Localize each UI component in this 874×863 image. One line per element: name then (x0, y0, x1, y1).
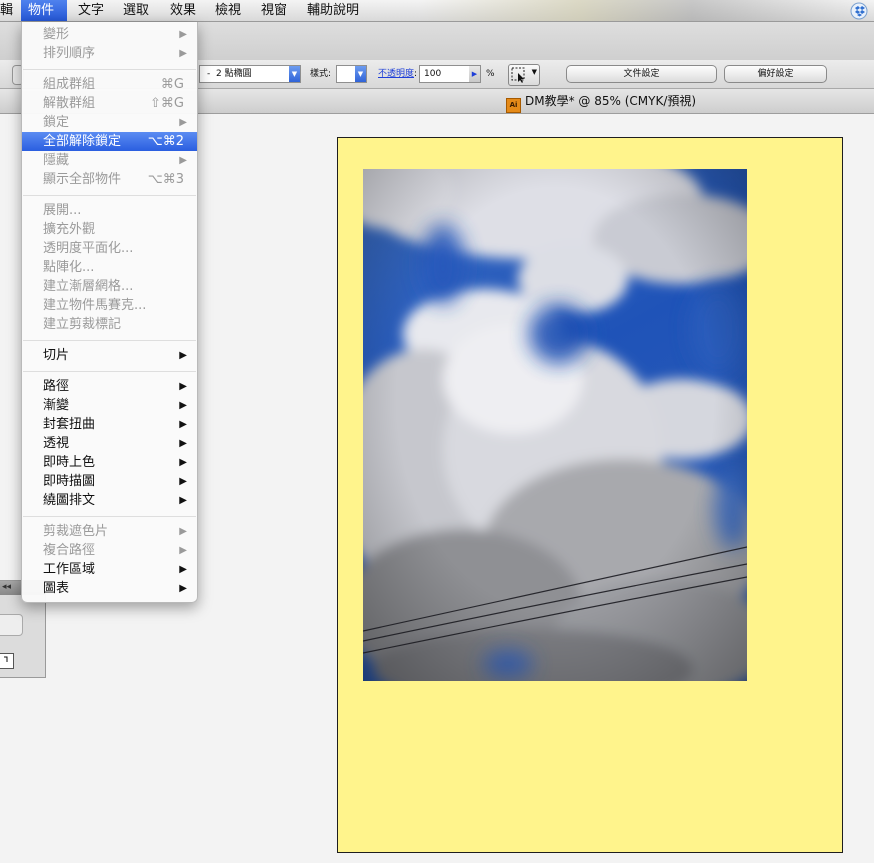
menu-item-slice[interactable]: 切片 ▶ (22, 346, 197, 365)
submenu-arrow-icon: ▶ (179, 400, 187, 411)
submenu-arrow-icon: ▶ (179, 381, 187, 392)
menu-item-rasterize[interactable]: 點陣化... (22, 258, 197, 277)
opacity-colon: : (414, 69, 418, 79)
dropbox-icon[interactable] (850, 2, 868, 20)
menu-item-blend[interactable]: 漸變 ▶ (22, 396, 197, 415)
document-title: DM教學* @ 85% (CMYK/預視) (525, 94, 697, 108)
chevron-down-icon: ▼ (531, 68, 537, 76)
style-select[interactable]: ▼ (336, 65, 367, 83)
submenu-arrow-icon: ▶ (179, 419, 187, 430)
menubar-background-decoration (420, 0, 874, 21)
submenu-arrow-icon: ▶ (179, 526, 187, 537)
menu-item-create-object-mosaic[interactable]: 建立物件馬賽克... (22, 296, 197, 315)
menu-item-envelope-distort[interactable]: 封套扭曲 ▶ (22, 415, 197, 434)
play-arrow-icon[interactable]: ▶ (469, 66, 480, 82)
chevron-down-icon[interactable]: ▼ (289, 66, 300, 82)
opacity-value: 100 (424, 69, 442, 79)
menu-item-expand[interactable]: 展開... (22, 201, 197, 220)
illustrator-file-icon: Ai (506, 98, 521, 113)
menu-edit[interactable]: 輯 (0, 0, 20, 21)
submenu-arrow-icon: ▶ (179, 438, 187, 449)
menu-separator (23, 371, 196, 372)
shortcut: ⌘G (160, 77, 184, 92)
selection-tool-dropdown[interactable]: ▼ (508, 64, 540, 86)
chevron-down-icon[interactable]: ▼ (355, 66, 366, 82)
menu-select[interactable]: 選取 (116, 0, 156, 21)
menu-item-artboards[interactable]: 工作區域 ▶ (22, 560, 197, 579)
menu-window[interactable]: 視窗 (254, 0, 294, 21)
submenu-arrow-icon: ▶ (179, 117, 187, 128)
submenu-arrow-icon: ▶ (179, 457, 187, 468)
panel-button[interactable] (0, 614, 23, 636)
menu-separator (23, 340, 196, 341)
submenu-arrow-icon: ▶ (179, 350, 187, 361)
menu-item-compound-path[interactable]: 複合路徑 ▶ (22, 541, 197, 560)
preferences-button[interactable]: 偏好設定 (724, 65, 827, 83)
submenu-arrow-icon: ▶ (179, 495, 187, 506)
opacity-link[interactable]: 不透明度 (378, 69, 414, 79)
document-setup-button[interactable]: 文件設定 (566, 65, 717, 83)
submenu-arrow-icon: ▶ (179, 155, 187, 166)
menu-bar: 輯 物件 文字 選取 效果 檢視 視窗 輔助說明 (0, 0, 874, 22)
menu-item-create-crop-marks[interactable]: 建立剪裁標記 (22, 315, 197, 334)
submenu-arrow-icon: ▶ (179, 29, 187, 40)
submenu-arrow-icon: ▶ (179, 48, 187, 59)
shortcut: ⇧⌘G (150, 96, 184, 111)
shortcut: ⌥⌘2 (147, 134, 184, 149)
menu-item-live-trace[interactable]: 即時描圖 ▶ (22, 472, 197, 491)
menu-item-ungroup[interactable]: 解散群組 ⇧⌘G (22, 94, 197, 113)
object-menu-dropdown: 變形 ▶ 排列順序 ▶ 組成群組 ⌘G 解散群組 ⇧⌘G 鎖定 ▶ 全部解除鎖定 ⌥⌘2 隱… (21, 22, 198, 603)
menu-item-unlock-all[interactable]: 全部解除鎖定 ⌥⌘2 (22, 132, 197, 151)
menu-item-lock[interactable]: 鎖定 ▶ (22, 113, 197, 132)
menu-separator (23, 69, 196, 70)
menu-item-clipping-mask[interactable]: 剪裁遮色片 ▶ (22, 522, 197, 541)
menu-effect[interactable]: 效果 (163, 0, 203, 21)
menu-item-arrange[interactable]: 排列順序 ▶ (22, 44, 197, 63)
menu-item-text-wrap[interactable]: 繞圖排文 ▶ (22, 491, 197, 510)
menu-object[interactable]: 物件 (21, 0, 67, 21)
opacity-input[interactable]: 100 ▶ (419, 65, 481, 83)
menu-help[interactable]: 輔助說明 (300, 0, 366, 21)
menu-view[interactable]: 檢視 (208, 0, 248, 21)
menu-item-create-gradient-mesh[interactable]: 建立漸層網格... (22, 277, 197, 296)
menu-item-group[interactable]: 組成群組 ⌘G (22, 75, 197, 94)
sky-photo[interactable] (363, 169, 747, 681)
select-similar-icon (511, 67, 525, 83)
submenu-arrow-icon: ▶ (179, 583, 187, 594)
submenu-arrow-icon: ▶ (179, 545, 187, 556)
menu-item-flatten-transparency[interactable]: 透明度平面化... (22, 239, 197, 258)
collapse-icon[interactable]: ◂◂ (2, 582, 11, 592)
stroke-profile-value: 2 點橢圓 (215, 69, 252, 79)
menu-item-expand-appearance[interactable]: 擴充外觀 (22, 220, 197, 239)
percent-label: % (486, 69, 495, 79)
stroke-profile-select[interactable]: - 2 點橢圓 ▼ (199, 65, 301, 83)
menu-item-graph[interactable]: 圖表 ▶ (22, 579, 197, 598)
menu-separator (23, 516, 196, 517)
menu-type[interactable]: 文字 (71, 0, 111, 21)
menu-item-path[interactable]: 路徑 ▶ (22, 377, 197, 396)
menu-item-show-all[interactable]: 顯示全部物件 ⌥⌘3 (22, 170, 197, 189)
submenu-arrow-icon: ▶ (179, 476, 187, 487)
menu-item-transform[interactable]: 變形 ▶ (22, 25, 197, 44)
menu-item-live-paint[interactable]: 即時上色 ▶ (22, 453, 197, 472)
style-label: 樣式: (310, 69, 332, 79)
menu-separator (23, 195, 196, 196)
menu-item-hide[interactable]: 隱藏 ▶ (22, 151, 197, 170)
panel-corner-icon[interactable] (0, 653, 14, 669)
menu-item-perspective[interactable]: 透視 ▶ (22, 434, 197, 453)
document-tab[interactable]: Ai DM教學* @ 85% (CMYK/預視) (506, 93, 697, 113)
shortcut: ⌥⌘3 (147, 172, 184, 187)
artboard[interactable] (337, 137, 843, 853)
submenu-arrow-icon: ▶ (179, 564, 187, 575)
